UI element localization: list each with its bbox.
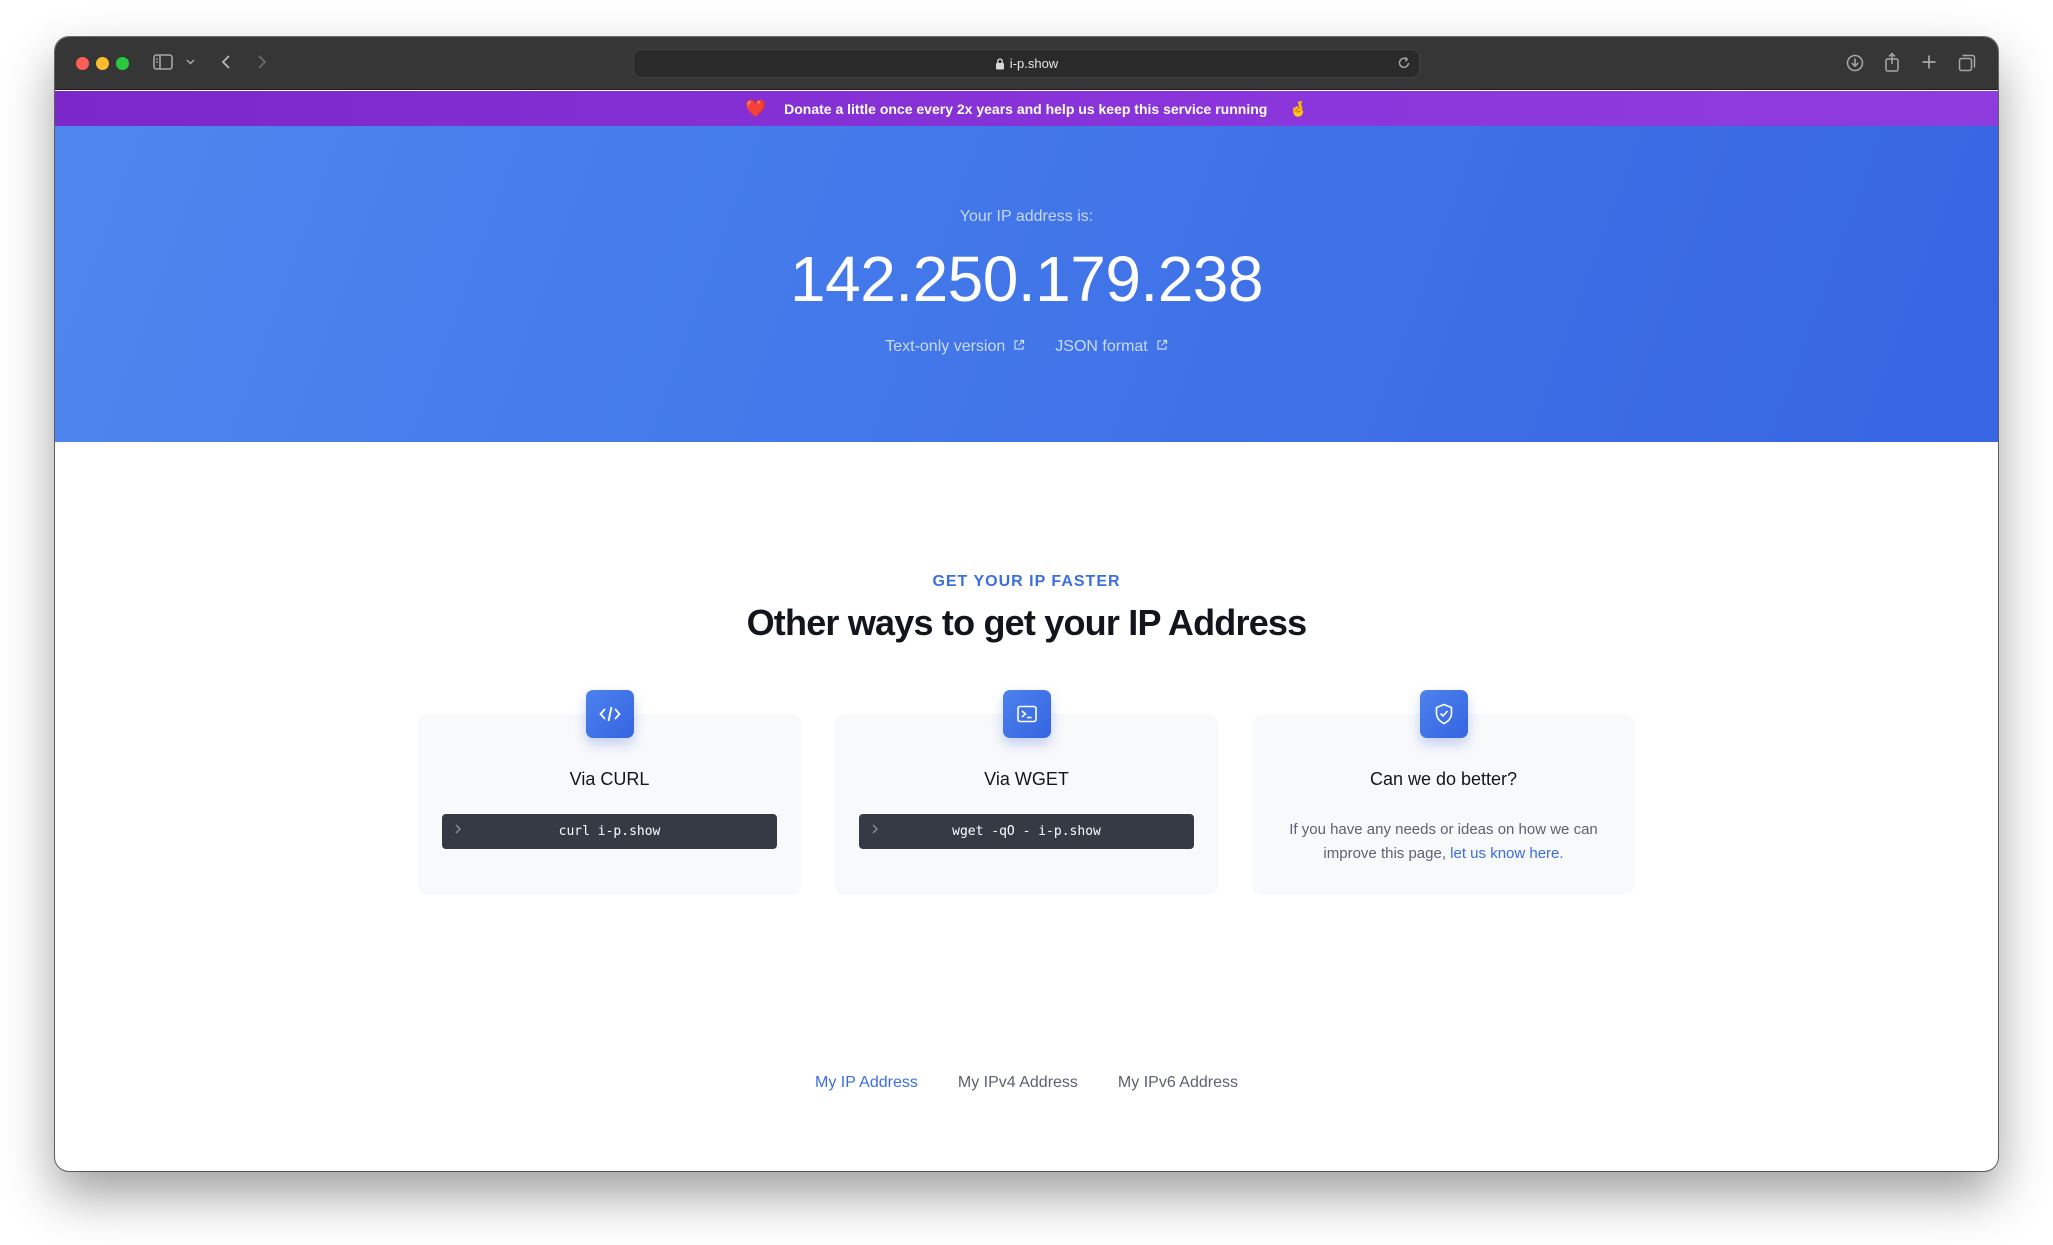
shield-check-icon — [1420, 690, 1468, 738]
close-window-button[interactable] — [76, 57, 89, 70]
minimize-window-button[interactable] — [96, 57, 109, 70]
chevron-down-icon[interactable] — [186, 59, 195, 65]
browser-toolbar: i-p.show — [55, 37, 1998, 90]
wget-command: wget -qO - i-p.show — [952, 824, 1101, 839]
lock-icon — [995, 57, 1005, 70]
crossed-fingers-icon: 🤞 — [1289, 100, 1309, 118]
feedback-card-title: Can we do better? — [1369, 769, 1518, 789]
hero-section: Your IP address is: 142.250.179.238 Text… — [55, 126, 1998, 442]
prompt-chevron-icon — [454, 823, 462, 835]
json-format-link-label: JSON format — [1055, 338, 1148, 355]
format-links: Text-only version JSON format — [55, 338, 1998, 356]
curl-command: curl i-p.show — [558, 824, 661, 839]
footer-link-my-ip[interactable]: My IP Address — [815, 1074, 918, 1092]
tab-overview-icon[interactable] — [1958, 54, 1976, 72]
back-arrow-icon[interactable] — [221, 54, 231, 70]
curl-command-box[interactable]: curl i-p.show — [442, 814, 777, 849]
curl-card-title: Via CURL — [569, 769, 650, 789]
feedback-link[interactable]: let us know here. — [1450, 845, 1563, 862]
section-eyebrow: GET YOUR IP FASTER — [932, 573, 1121, 590]
footer-nav: My IP Address My IPv4 Address My IPv6 Ad… — [55, 1074, 1998, 1092]
section-heading: Other ways to get your IP Address — [746, 602, 1308, 643]
terminal-icon — [1003, 690, 1051, 738]
sidebar-icon[interactable] — [153, 54, 173, 70]
forward-arrow-icon[interactable] — [257, 54, 267, 70]
wget-card: Via WGET wget -qO - i-p.show — [835, 690, 1218, 895]
curl-card: Via CURL curl i-p.show — [418, 690, 801, 895]
feedback-card-description: If you have any needs or ideas on how we… — [1272, 818, 1615, 866]
reload-icon[interactable] — [1397, 56, 1411, 73]
text-only-link[interactable]: Text-only version — [885, 338, 1025, 356]
code-icon — [586, 690, 634, 738]
new-tab-icon[interactable] — [1921, 54, 1937, 70]
prompt-chevron-icon — [871, 823, 879, 835]
wget-card-title: Via WGET — [984, 769, 1069, 789]
downloads-icon[interactable] — [1846, 54, 1864, 72]
browser-window: i-p.show ❤️ Donate a little once every 2… — [55, 37, 1998, 1171]
address-bar-url: i-p.show — [1009, 56, 1059, 71]
ip-label: Your IP address is: — [959, 208, 1094, 225]
feedback-card: Can we do better? If you have any needs … — [1252, 690, 1635, 895]
share-icon[interactable] — [1884, 52, 1900, 72]
json-format-link[interactable]: JSON format — [1055, 338, 1167, 356]
external-link-icon — [1156, 338, 1168, 356]
heart-icon: ❤️ — [744, 98, 767, 118]
footer-link-my-ipv6[interactable]: My IPv6 Address — [1118, 1074, 1238, 1092]
ip-address: 142.250.179.238 — [790, 243, 1263, 315]
address-bar[interactable]: i-p.show — [633, 49, 1420, 78]
wget-command-box[interactable]: wget -qO - i-p.show — [859, 814, 1194, 849]
donation-banner[interactable]: ❤️ Donate a little once every 2x years a… — [55, 91, 1998, 126]
donation-banner-text: Donate a little once every 2x years and … — [784, 100, 1268, 117]
text-only-link-label: Text-only version — [885, 338, 1006, 355]
external-link-icon — [1013, 338, 1025, 356]
zoom-window-button[interactable] — [116, 57, 129, 70]
footer-link-my-ipv4[interactable]: My IPv4 Address — [958, 1074, 1078, 1092]
